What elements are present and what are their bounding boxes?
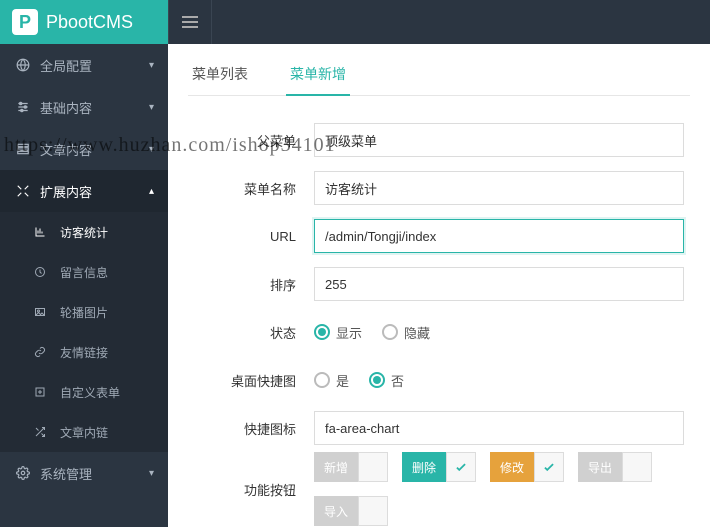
radio-label: 显示: [336, 323, 362, 342]
label-name: 菜单名称: [188, 179, 314, 198]
chevron-up-icon: ▴: [149, 186, 154, 197]
sidebar-item-global[interactable]: 全局配置 ▾: [0, 44, 168, 86]
status-show-radio[interactable]: 显示: [314, 323, 362, 342]
sidebar-sub-form[interactable]: 自定义表单: [0, 372, 168, 412]
radio-label: 是: [336, 371, 349, 390]
status-hide-radio[interactable]: 隐藏: [382, 323, 430, 342]
sidebar-sub-visitor-stats[interactable]: 访客统计: [0, 212, 168, 252]
radio-icon: [314, 324, 330, 340]
fn-import-toggle[interactable]: 导入: [314, 496, 388, 526]
sliders-icon: [14, 100, 32, 114]
clock-icon: [34, 266, 52, 278]
sidebar-sub-label: 自定义表单: [60, 384, 120, 401]
sidebar-sub-slideshow[interactable]: 轮播图片: [0, 292, 168, 332]
desktop-no-radio[interactable]: 否: [369, 371, 404, 390]
label-parent: 父菜单: [188, 131, 314, 150]
fn-label: 修改: [490, 452, 534, 482]
fn-edit-toggle[interactable]: 修改: [490, 452, 564, 482]
fn-label: 删除: [402, 452, 446, 482]
chevron-down-icon: ▾: [149, 102, 154, 113]
function-buttons: 新增 删除 修改 导出: [314, 452, 690, 526]
hamburger-icon: [182, 16, 198, 28]
logo-icon: P: [12, 9, 38, 35]
sidebar-sub-label: 文章内链: [60, 424, 108, 441]
icon-input[interactable]: [314, 411, 684, 445]
radio-icon: [369, 372, 385, 388]
sidebar-label: 全局配置: [40, 56, 92, 75]
image-icon: [34, 306, 52, 318]
label-status: 状态: [188, 323, 314, 342]
checkbox-icon: [622, 452, 652, 482]
sidebar-item-basic[interactable]: 基础内容 ▾: [0, 86, 168, 128]
radio-icon: [382, 324, 398, 340]
top-header: P PbootCMS: [0, 0, 710, 44]
label-desktop: 桌面快捷图: [188, 371, 314, 390]
link-icon: [34, 346, 52, 358]
sidebar-label: 系统管理: [40, 464, 92, 483]
sidebar: 全局配置 ▾ 基础内容 ▾ 文章内容 ▾: [0, 44, 168, 527]
parent-menu-input[interactable]: [314, 123, 684, 157]
fn-label: 导入: [314, 496, 358, 526]
fn-delete-toggle[interactable]: 删除: [402, 452, 476, 482]
tab-menu-add[interactable]: 菜单新增: [286, 54, 350, 96]
sidebar-sub-label: 轮播图片: [60, 304, 108, 321]
globe-icon: [14, 58, 32, 72]
sidebar-sub-label: 留言信息: [60, 264, 108, 281]
main-content: 菜单列表 菜单新增 父菜单 菜单名称 URL 排序: [168, 44, 710, 527]
sort-input[interactable]: [314, 267, 684, 301]
sidebar-sub-label: 友情链接: [60, 344, 108, 361]
sidebar-item-system[interactable]: 系统管理 ▾: [0, 452, 168, 494]
sidebar-item-extend[interactable]: 扩展内容 ▴: [0, 170, 168, 212]
radio-label: 否: [391, 371, 404, 390]
gear-icon: [14, 466, 32, 480]
checkbox-icon: [358, 496, 388, 526]
url-input[interactable]: [314, 219, 684, 253]
sidebar-label: 扩展内容: [40, 182, 92, 201]
chevron-down-icon: ▾: [149, 468, 154, 479]
desktop-yes-radio[interactable]: 是: [314, 371, 349, 390]
arrows-icon: [14, 184, 32, 198]
sidebar-label: 文章内容: [40, 140, 92, 159]
fn-export-toggle[interactable]: 导出: [578, 452, 652, 482]
chevron-down-icon: ▾: [149, 60, 154, 71]
sidebar-item-article[interactable]: 文章内容 ▾: [0, 128, 168, 170]
menu-name-input[interactable]: [314, 171, 684, 205]
fn-label: 导出: [578, 452, 622, 482]
checkbox-checked-icon: [534, 452, 564, 482]
list-icon: [14, 142, 32, 156]
radio-icon: [314, 372, 330, 388]
logo[interactable]: P PbootCMS: [0, 0, 168, 44]
shuffle-icon: [34, 426, 52, 438]
checkbox-icon: [358, 452, 388, 482]
fn-add-toggle[interactable]: 新增: [314, 452, 388, 482]
label-buttons: 功能按钮: [188, 480, 314, 499]
chart-icon: [34, 226, 52, 238]
plus-square-icon: [34, 386, 52, 398]
sidebar-sub-links[interactable]: 友情链接: [0, 332, 168, 372]
sidebar-sub-label: 访客统计: [60, 224, 108, 241]
sidebar-sub-innerlink[interactable]: 文章内链: [0, 412, 168, 452]
checkbox-checked-icon: [446, 452, 476, 482]
fn-label: 新增: [314, 452, 358, 482]
tab-menu-list[interactable]: 菜单列表: [188, 54, 252, 95]
label-icon: 快捷图标: [188, 419, 314, 438]
tabs: 菜单列表 菜单新增: [188, 54, 690, 96]
chevron-down-icon: ▾: [149, 144, 154, 155]
label-url: URL: [188, 229, 314, 244]
label-sort: 排序: [188, 275, 314, 294]
brand-name: PbootCMS: [46, 12, 133, 33]
sidebar-label: 基础内容: [40, 98, 92, 117]
menu-toggle-button[interactable]: [168, 0, 212, 44]
sidebar-sub-message[interactable]: 留言信息: [0, 252, 168, 292]
radio-label: 隐藏: [404, 323, 430, 342]
